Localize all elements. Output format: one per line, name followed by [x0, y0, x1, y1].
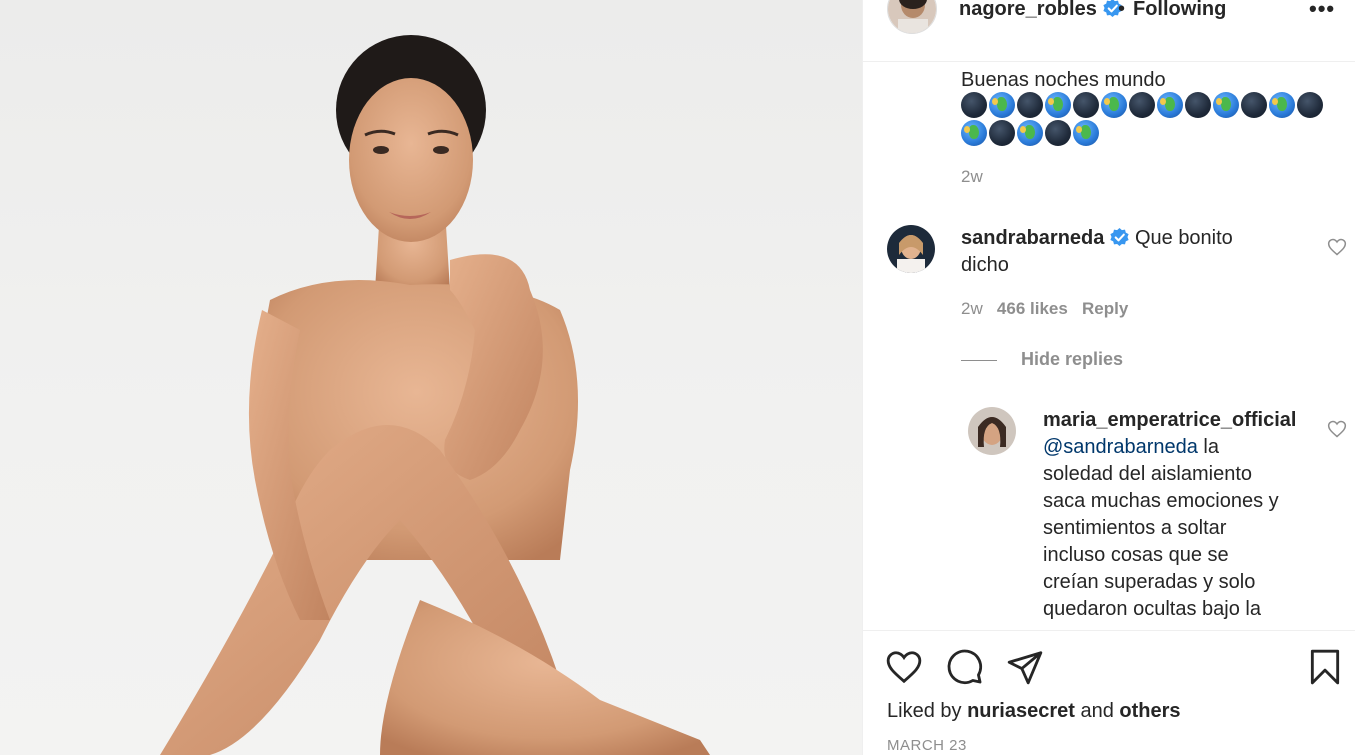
new-moon-emoji-icon [989, 120, 1015, 146]
comment-likes[interactable]: 466 likes [997, 299, 1068, 318]
earth-globe-emoji-icon [1073, 120, 1099, 146]
liked-by-label: Liked by [887, 700, 962, 722]
liked-by-others[interactable]: others [1119, 700, 1180, 722]
new-moon-emoji-icon [961, 92, 987, 118]
more-options-icon[interactable]: ••• [1309, 0, 1335, 22]
replies-divider [961, 360, 997, 361]
post-side-panel: nagore_robles • Following ••• Buenas noc… [862, 0, 1355, 755]
earth-globe-emoji-icon [989, 92, 1015, 118]
new-moon-emoji-icon [1073, 92, 1099, 118]
new-moon-emoji-icon [1045, 120, 1071, 146]
emoji-row [961, 92, 1341, 118]
author-username[interactable]: nagore_robles [959, 0, 1122, 21]
earth-globe-emoji-icon [1213, 92, 1239, 118]
comment-time[interactable]: 2w [961, 299, 983, 318]
earth-globe-emoji-icon [961, 120, 987, 146]
earth-globe-emoji-icon [1017, 120, 1043, 146]
save-bookmark-icon[interactable] [1306, 648, 1344, 686]
new-moon-emoji-icon [1185, 92, 1211, 118]
hide-replies-button[interactable]: Hide replies [1021, 349, 1123, 370]
like-heart-icon[interactable] [885, 648, 923, 686]
verified-badge-icon [1110, 228, 1130, 247]
earth-globe-emoji-icon [1045, 92, 1071, 118]
reply-text-line: saca muchas emociones y [1043, 490, 1279, 512]
comment-body: sandrabarneda Que bonito dicho [961, 225, 1233, 279]
liked-and-label: and [1080, 700, 1114, 722]
reply-username[interactable]: maria_emperatrice_official [1043, 409, 1296, 431]
post-photo[interactable] [0, 0, 862, 755]
new-moon-emoji-icon [1297, 92, 1323, 118]
reply-button[interactable]: Reply [1082, 299, 1128, 318]
new-moon-emoji-icon [1241, 92, 1267, 118]
like-reply-heart-icon[interactable] [1327, 419, 1347, 439]
comment-text-line2: dicho [961, 254, 1009, 276]
commenter-avatar[interactable] [887, 225, 935, 273]
earth-globe-emoji-icon [1269, 92, 1295, 118]
reply-text-line: la [1203, 436, 1219, 458]
earth-globe-emoji-icon [1157, 92, 1183, 118]
comments-list[interactable]: Buenas noches mundo 2w sandrabarneda Que… [863, 62, 1355, 630]
earth-globe-emoji-icon [1101, 92, 1127, 118]
comment-username[interactable]: sandrabarneda [961, 227, 1104, 249]
following-button[interactable]: Following [1133, 0, 1226, 21]
caption-time[interactable]: 2w [961, 167, 983, 187]
author-avatar[interactable] [887, 0, 937, 34]
portrait-illustration [160, 35, 710, 755]
comment-text-line1: Que bonito [1134, 227, 1233, 249]
reply-text-line: incluso cosas que se [1043, 544, 1229, 566]
reply-avatar[interactable] [968, 407, 1016, 455]
reply-mention-link[interactable]: @sandrabarneda [1043, 436, 1198, 458]
post-date[interactable]: MARCH 23 [887, 737, 967, 754]
new-moon-emoji-icon [1129, 92, 1155, 118]
comment-meta: 2w 466 likes Reply [961, 299, 1128, 319]
reply-body: maria_emperatrice_official @sandrabarned… [1043, 407, 1323, 623]
new-moon-emoji-icon [1017, 92, 1043, 118]
comment-icon[interactable] [946, 648, 984, 686]
caption-text: Buenas noches mundo [961, 69, 1166, 91]
caption-emojis [961, 92, 1341, 148]
reply-text-line: creían superadas y solo [1043, 571, 1256, 593]
reply-text-line: sentimientos a soltar [1043, 517, 1227, 539]
separator-dot: • [1118, 0, 1126, 20]
post-actions: Liked by nuriasecret and others MARCH 23 [863, 630, 1355, 755]
emoji-row [961, 120, 1341, 146]
reply-text-line: soledad del aislamiento [1043, 463, 1253, 485]
post-header: nagore_robles • Following ••• [863, 0, 1355, 62]
share-icon[interactable] [1006, 648, 1044, 686]
liked-by-summary: Liked by nuriasecret and others [887, 700, 1181, 723]
liked-by-user[interactable]: nuriasecret [967, 700, 1075, 722]
like-comment-heart-icon[interactable] [1327, 237, 1347, 257]
reply-text-line: quedaron ocultas bajo la [1043, 598, 1261, 620]
